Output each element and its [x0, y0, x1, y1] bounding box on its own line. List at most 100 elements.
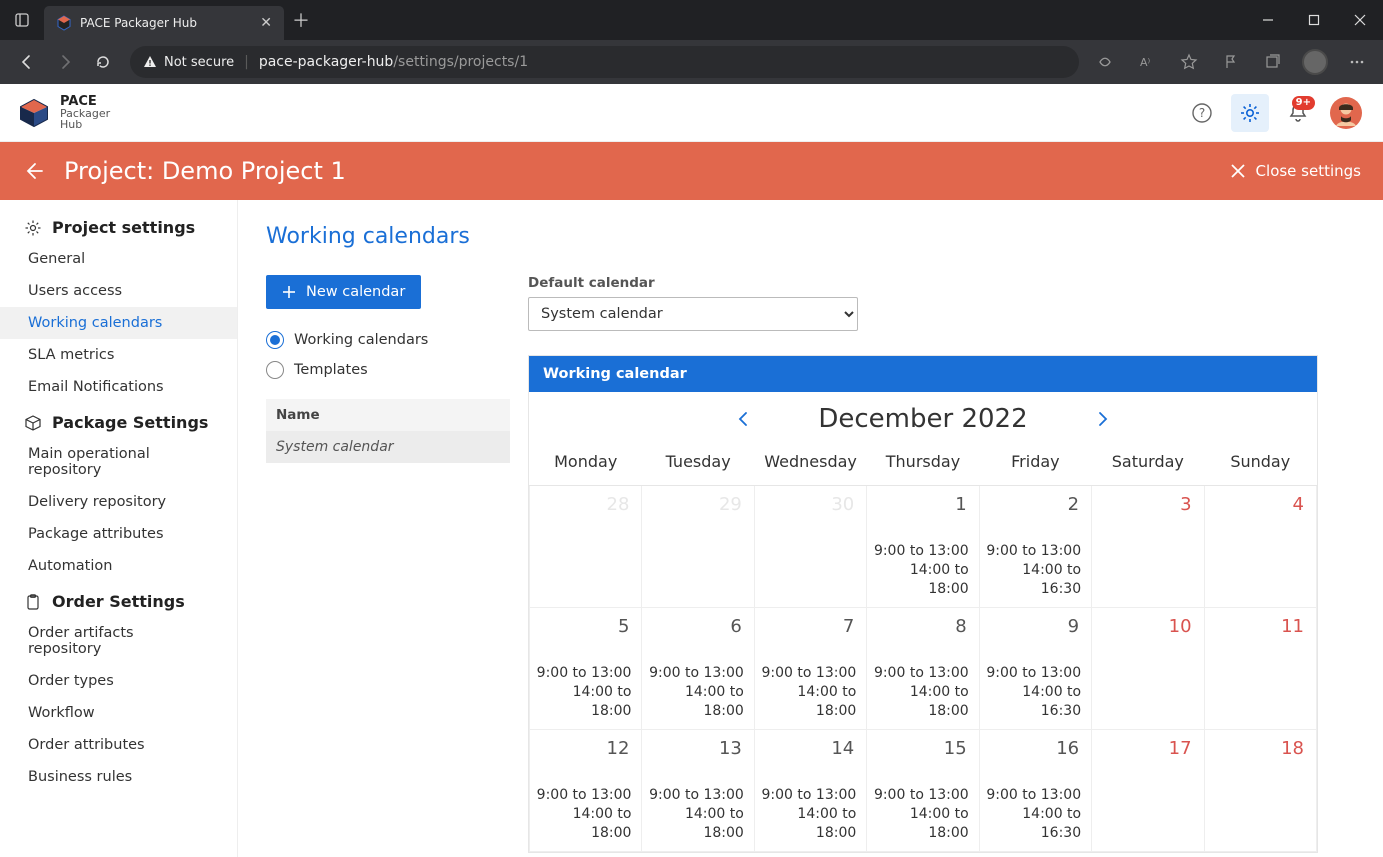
sidebar-item-sla-metrics[interactable]: SLA metrics: [0, 339, 237, 371]
sidebar-item-general[interactable]: General: [0, 243, 237, 275]
calendar-day-number: 14: [831, 738, 854, 759]
app-header: PACE Packager Hub ? 9+: [0, 84, 1383, 142]
profile-button[interactable]: [1297, 44, 1333, 80]
read-aloud-icon[interactable]: A⁾: [1129, 44, 1165, 80]
favorites-star-icon[interactable]: [1171, 44, 1207, 80]
sidebar-item-package-attributes[interactable]: Package attributes: [0, 518, 237, 550]
sidebar-item-users-access[interactable]: Users access: [0, 275, 237, 307]
radio-working-calendars[interactable]: Working calendars: [266, 331, 510, 349]
settings-button[interactable]: [1231, 94, 1269, 132]
window-maximize-button[interactable]: [1291, 0, 1337, 40]
address-bar[interactable]: Not secure | pace-packager-hub/settings/…: [130, 46, 1079, 78]
calendar-day[interactable]: 28: [530, 486, 642, 608]
browser-menu-icon[interactable]: [1339, 44, 1375, 80]
window-titlebar: PACE Packager Hub ✕ ＋: [0, 0, 1383, 40]
default-calendar-label: Default calendar: [528, 275, 1318, 291]
calendar-day[interactable]: 29: [642, 486, 754, 608]
calendar-dow: Wednesday: [754, 442, 866, 486]
calendar-day-number: 8: [955, 616, 966, 637]
chevron-left-icon: [734, 410, 752, 428]
main-panel[interactable]: Working calendars New calendar Working c…: [238, 200, 1383, 857]
calendar-dow: Friday: [979, 442, 1091, 486]
browser-tab[interactable]: PACE Packager Hub ✕: [44, 6, 284, 40]
sidebar-item-business-rules[interactable]: Business rules: [0, 761, 237, 793]
calendar-day[interactable]: 29:00 to 13:0014:00 to 16:30: [979, 486, 1091, 608]
project-title: Project: Demo Project 1: [64, 157, 346, 185]
calendar-day-number: 9: [1068, 616, 1079, 637]
tab-actions-icon[interactable]: [0, 12, 44, 28]
user-avatar[interactable]: [1327, 94, 1365, 132]
calendar-day[interactable]: 169:00 to 13:0014:00 to 16:30: [979, 730, 1091, 852]
security-indicator[interactable]: Not secure: [142, 54, 234, 70]
new-tab-button[interactable]: ＋: [284, 7, 318, 33]
tab-close-icon[interactable]: ✕: [260, 15, 272, 31]
window-minimize-button[interactable]: [1245, 0, 1291, 40]
calendar-day[interactable]: 129:00 to 13:0014:00 to 18:00: [530, 730, 642, 852]
collections-icon[interactable]: [1255, 44, 1291, 80]
window-close-button[interactable]: [1337, 0, 1383, 40]
calendar-list-row[interactable]: System calendar: [266, 431, 510, 463]
sidebar-item-delivery-repository[interactable]: Delivery repository: [0, 486, 237, 518]
calendar-day-slots: 9:00 to 13:0014:00 to 18:00: [755, 664, 856, 721]
share-icon[interactable]: [1087, 44, 1123, 80]
calendar-day[interactable]: 4: [1204, 486, 1316, 608]
project-back-button[interactable]: [22, 160, 44, 182]
brand-line3: Hub: [60, 119, 110, 130]
calendar-list-header: Name: [266, 399, 510, 431]
project-bar: Project: Demo Project 1 Close settings: [0, 142, 1383, 200]
sidebar-item-automation[interactable]: Automation: [0, 550, 237, 582]
calendar-day-slots: 9:00 to 13:0014:00 to 16:30: [980, 786, 1081, 843]
calendar-day-number: 28: [607, 494, 630, 515]
sidebar-item-order-attributes[interactable]: Order attributes: [0, 729, 237, 761]
nav-back-button[interactable]: [8, 43, 46, 81]
calendar-day-number: 29: [719, 494, 742, 515]
calendar-day-number: 4: [1293, 494, 1304, 515]
close-settings-button[interactable]: Close settings: [1230, 162, 1361, 180]
sidebar-group-order-settings: Order Settings: [0, 592, 237, 617]
arrow-left-icon: [22, 160, 44, 182]
calendar-day[interactable]: 149:00 to 13:0014:00 to 18:00: [754, 730, 866, 852]
calendar-day[interactable]: 11: [1204, 608, 1316, 730]
calendar-day[interactable]: 17: [1092, 730, 1204, 852]
calendar-day[interactable]: 79:00 to 13:0014:00 to 18:00: [754, 608, 866, 730]
sidebar-item-working-calendars[interactable]: Working calendars: [0, 307, 237, 339]
gear-outline-icon: [24, 219, 42, 237]
calendar-day[interactable]: 19:00 to 13:0014:00 to 18:00: [867, 486, 979, 608]
calendar-day-number: 6: [730, 616, 741, 637]
help-icon: ?: [1191, 102, 1213, 124]
calendar-day[interactable]: 89:00 to 13:0014:00 to 18:00: [867, 608, 979, 730]
calendar-day[interactable]: 99:00 to 13:0014:00 to 16:30: [979, 608, 1091, 730]
notifications-button[interactable]: 9+: [1279, 94, 1317, 132]
calendar-list: Name System calendar: [266, 399, 510, 463]
calendar-day[interactable]: 139:00 to 13:0014:00 to 18:00: [642, 730, 754, 852]
new-calendar-button[interactable]: New calendar: [266, 275, 421, 309]
calendar-day[interactable]: 3: [1092, 486, 1204, 608]
calendar-day[interactable]: 69:00 to 13:0014:00 to 18:00: [642, 608, 754, 730]
calendar-day[interactable]: 59:00 to 13:0014:00 to 18:00: [530, 608, 642, 730]
nav-refresh-button[interactable]: [84, 43, 122, 81]
sidebar-item-workflow[interactable]: Workflow: [0, 697, 237, 729]
calendar-day-number: 10: [1169, 616, 1192, 637]
close-settings-label: Close settings: [1256, 162, 1361, 180]
calendar-prev-button[interactable]: [728, 404, 758, 434]
calendar-day-slots: 9:00 to 13:0014:00 to 18:00: [530, 664, 631, 721]
favorites-bar-icon[interactable]: [1213, 44, 1249, 80]
sidebar-item-main-operational-repository[interactable]: Main operational repository: [0, 438, 237, 486]
default-calendar-select[interactable]: System calendar: [528, 297, 858, 331]
warning-icon: [142, 54, 158, 70]
app-logo[interactable]: PACE Packager Hub: [18, 95, 110, 130]
calendar-day-slots: 9:00 to 13:0014:00 to 18:00: [530, 786, 631, 843]
calendar-day[interactable]: 159:00 to 13:0014:00 to 18:00: [867, 730, 979, 852]
calendar-next-button[interactable]: [1088, 404, 1118, 434]
calendar-day[interactable]: 10: [1092, 608, 1204, 730]
calendar-dow: Sunday: [1204, 442, 1316, 486]
help-button[interactable]: ?: [1183, 94, 1221, 132]
calendar-dow: Saturday: [1092, 442, 1204, 486]
calendar-day[interactable]: 30: [754, 486, 866, 608]
calendar-day[interactable]: 18: [1204, 730, 1316, 852]
radio-templates[interactable]: Templates: [266, 361, 510, 379]
sidebar-item-order-types[interactable]: Order types: [0, 665, 237, 697]
sidebar-item-email-notifications[interactable]: Email Notifications: [0, 371, 237, 403]
calendar-dow: Thursday: [867, 442, 979, 486]
sidebar-item-order-artifacts-repository[interactable]: Order artifacts repository: [0, 617, 237, 665]
